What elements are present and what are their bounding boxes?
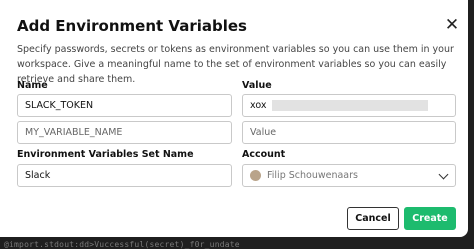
account-selected-text: Filip Schouwenaars [267,170,358,181]
chevron-down-icon [438,169,449,180]
variable-value-placeholder: Value [250,127,277,138]
variable-name-input-1[interactable]: SLACK_TOKEN [17,94,232,117]
variable-value-text: xox [250,100,267,111]
variable-value-input-1[interactable]: xox [242,94,456,117]
variable-name-input-2[interactable]: MY_VARIABLE_NAME [17,121,232,144]
dialog-description: Specify passwords, secrets or tokens as … [17,44,454,85]
add-env-vars-dialog: Add Environment Variables ✕ Specify pass… [0,0,468,237]
account-label: Account [242,149,286,160]
set-name-text: Slack [25,170,51,181]
dialog-title: Add Environment Variables [17,17,247,35]
account-select[interactable]: Filip Schouwenaars [242,164,456,187]
variable-name-text: SLACK_TOKEN [25,100,94,111]
variable-value-input-2[interactable]: Value [242,121,456,144]
name-label: Name [17,80,48,91]
set-name-label: Environment Variables Set Name [17,149,194,160]
value-label: Value [242,80,272,91]
close-icon[interactable]: ✕ [444,17,460,34]
background-workspace-text: @import.stdout:dd>Vuccessful(secret)_f0r… [4,240,240,249]
masked-secret [272,100,429,111]
set-name-input[interactable]: Slack [17,164,232,187]
avatar [250,170,261,181]
cancel-button[interactable]: Cancel [347,207,399,230]
variable-name-placeholder: MY_VARIABLE_NAME [25,127,123,138]
create-button[interactable]: Create [404,207,456,230]
